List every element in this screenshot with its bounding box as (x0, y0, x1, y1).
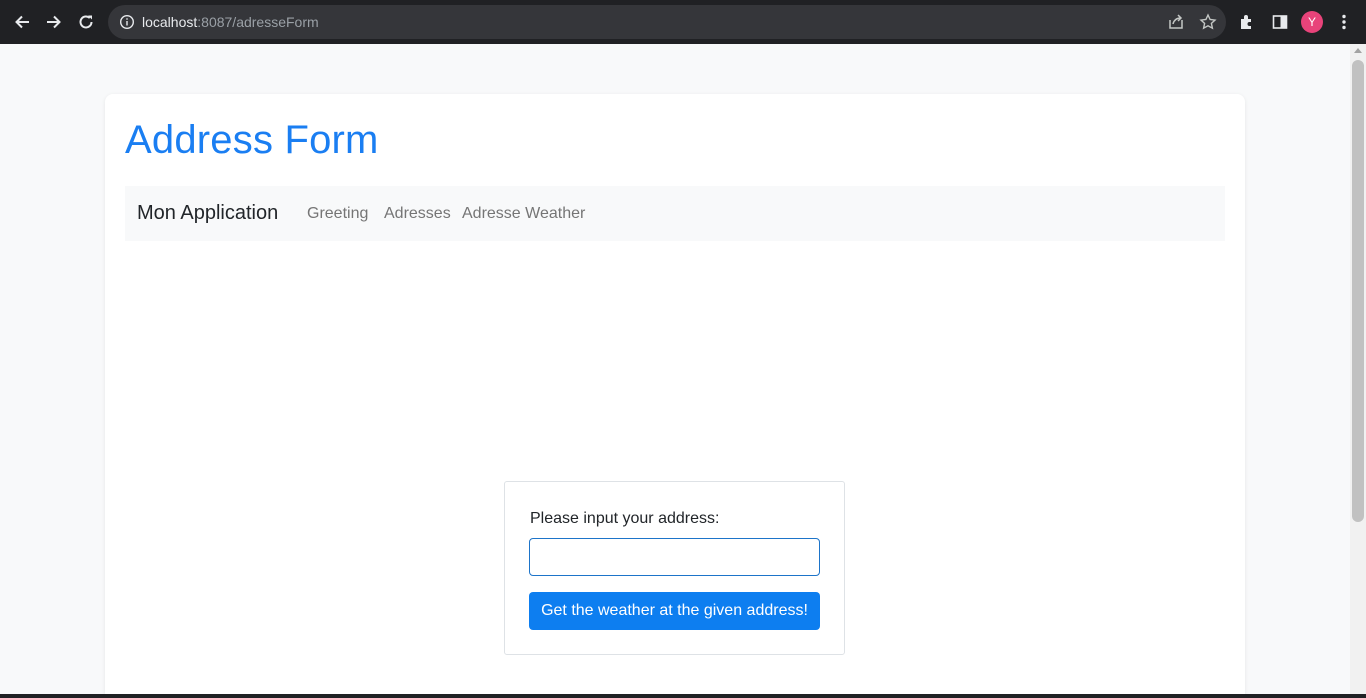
nav-link-adresses[interactable]: Adresses (384, 186, 451, 241)
get-weather-button[interactable]: Get the weather at the given address! (529, 592, 820, 630)
url-text[interactable]: localhost:8087/adresseForm (142, 5, 319, 39)
address-bar[interactable]: localhost:8087/adresseForm (108, 5, 1226, 39)
scrollbar-thumb[interactable] (1352, 60, 1364, 522)
content-card: Address Form Mon Application Greeting Ad… (105, 94, 1245, 694)
address-form: Please input your address: Get the weath… (504, 481, 845, 655)
kebab-menu-icon[interactable] (1335, 13, 1353, 31)
url-path: :8087/adresseForm (197, 14, 319, 30)
navbar: Mon Application Greeting Adresses Adress… (125, 186, 1225, 241)
address-input[interactable] (529, 538, 820, 576)
address-label: Please input your address: (530, 510, 720, 527)
window-bottom-edge (0, 694, 1366, 698)
url-host: localhost (142, 14, 198, 30)
reload-icon[interactable] (72, 8, 100, 36)
side-panel-icon[interactable] (1271, 13, 1289, 31)
nav-link-greeting[interactable]: Greeting (307, 186, 368, 241)
back-arrow-icon[interactable] (8, 8, 36, 36)
forward-arrow-icon[interactable] (40, 8, 68, 36)
page-title: Address Form (125, 118, 379, 162)
scroll-up-arrow-icon[interactable] (1354, 48, 1362, 53)
navbar-brand[interactable]: Mon Application (137, 186, 278, 241)
vertical-scrollbar[interactable] (1350, 44, 1366, 694)
page-viewport: Address Form Mon Application Greeting Ad… (0, 44, 1350, 694)
bookmark-star-icon[interactable] (1199, 13, 1217, 31)
info-icon[interactable] (119, 14, 135, 30)
share-icon[interactable] (1167, 13, 1185, 31)
profile-avatar[interactable]: Y (1301, 11, 1323, 33)
extensions-icon[interactable] (1238, 13, 1256, 31)
nav-link-adresse-weather[interactable]: Adresse Weather (462, 186, 585, 241)
browser-toolbar: localhost:8087/adresseForm Y (0, 0, 1366, 44)
